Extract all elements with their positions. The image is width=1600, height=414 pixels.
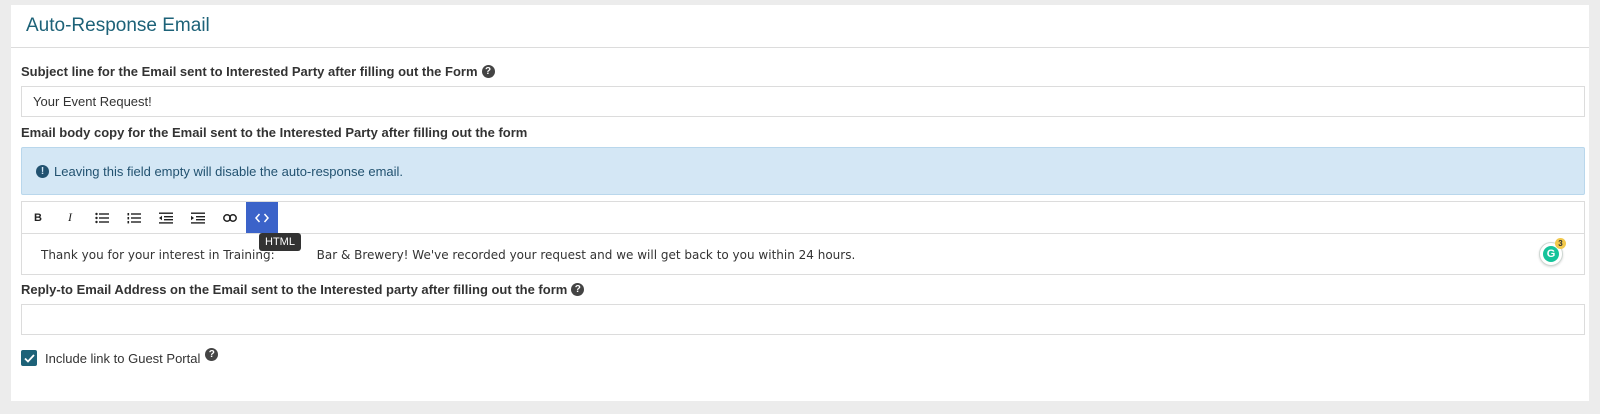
grammarly-badge: 3	[1555, 238, 1566, 249]
guest-portal-row: Include link to Guest Portal ?	[21, 347, 219, 366]
html-source-button[interactable]	[246, 202, 278, 233]
link-button[interactable]	[214, 202, 246, 233]
link-icon	[223, 213, 237, 222]
indent-icon	[191, 212, 205, 224]
checkmark-icon	[23, 353, 35, 363]
bold-label: B	[34, 211, 42, 224]
italic-label: I	[68, 210, 72, 224]
subject-input[interactable]	[21, 86, 1585, 117]
subject-label-row: Subject line for the Email sent to Inter…	[21, 64, 495, 79]
body-label-row: Email body copy for the Email sent to th…	[21, 125, 527, 140]
help-icon[interactable]: ?	[571, 283, 585, 296]
code-icon	[255, 213, 269, 222]
numbered-list-icon	[127, 212, 141, 223]
rich-text-editor: B I Thank you for your interest in Train…	[21, 201, 1585, 275]
info-alert: ! Leaving this field empty will disable …	[21, 147, 1585, 195]
panel-title: Auto-Response Email	[26, 15, 210, 36]
editor-text: Thank you for your interest in Training:	[41, 247, 275, 262]
help-icon[interactable]: ?	[481, 65, 495, 78]
html-tooltip: HTML	[259, 233, 301, 251]
auto-response-panel: Auto-Response Email Subject line for the…	[11, 5, 1589, 401]
body-label: Email body copy for the Email sent to th…	[21, 125, 528, 140]
grammarly-icon[interactable]: G 3	[1539, 238, 1566, 266]
reply-to-label: Reply-to Email Address on the Email sent…	[21, 282, 568, 297]
editor-content[interactable]: Thank you for your interest in Training:…	[22, 234, 1584, 275]
bold-button[interactable]: B	[22, 202, 54, 233]
outdent-button[interactable]	[150, 202, 182, 233]
subject-label: Subject line for the Email sent to Inter…	[21, 64, 478, 79]
help-icon[interactable]: ?	[205, 347, 219, 361]
numbered-list-button[interactable]	[118, 202, 150, 233]
info-text: Leaving this field empty will disable th…	[54, 163, 404, 179]
guest-portal-checkbox[interactable]	[21, 350, 37, 366]
reply-to-label-row: Reply-to Email Address on the Email sent…	[21, 282, 585, 297]
panel-header: Auto-Response Email	[11, 5, 1589, 48]
italic-button[interactable]: I	[54, 202, 86, 233]
indent-button[interactable]	[182, 202, 214, 233]
info-icon: !	[36, 164, 49, 178]
bullet-list-icon	[95, 212, 109, 223]
guest-portal-label: Include link to Guest Portal	[45, 350, 201, 366]
editor-text-continued: Bar & Brewery! We've recorded your reque…	[316, 247, 856, 262]
editor-toolbar: B I	[22, 202, 1584, 234]
grammarly-logo: G	[1543, 246, 1559, 262]
reply-to-input[interactable]	[21, 304, 1585, 335]
outdent-icon	[159, 212, 173, 224]
bullet-list-button[interactable]	[86, 202, 118, 233]
